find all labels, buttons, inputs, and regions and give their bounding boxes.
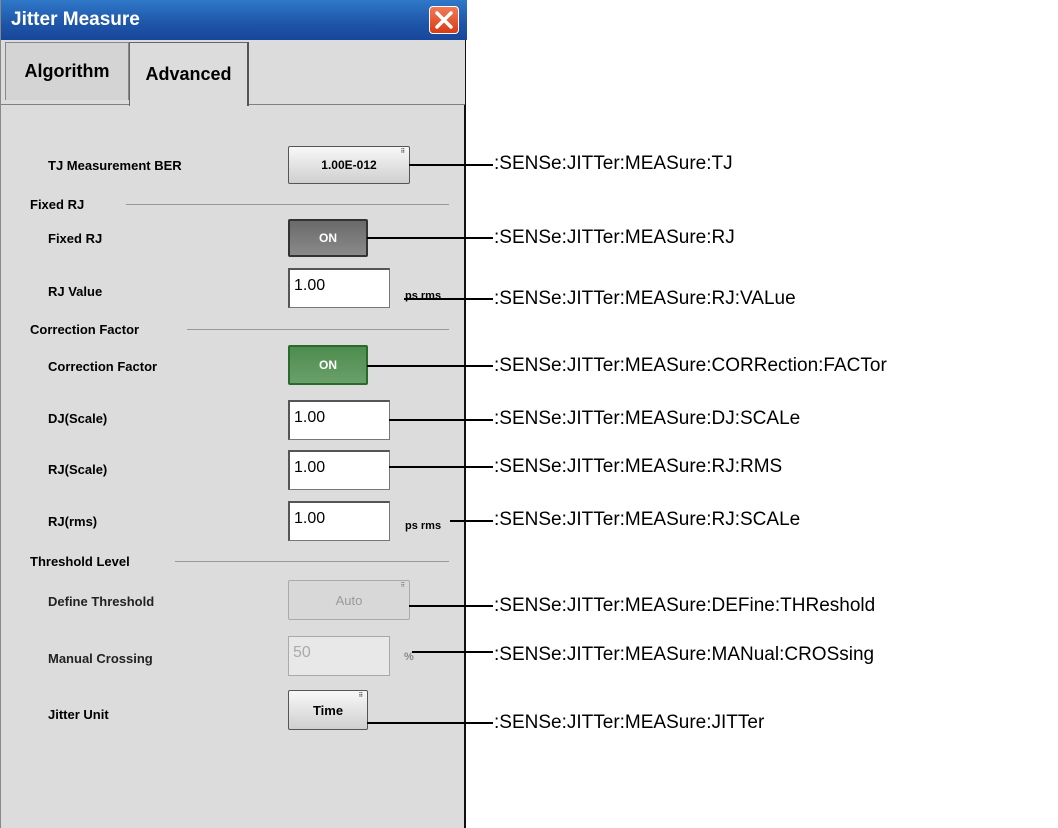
more-icon: ⠿ bbox=[400, 583, 405, 589]
window-title: Jitter Measure bbox=[11, 9, 140, 30]
correction-factor-label: Correction Factor bbox=[48, 359, 158, 374]
connector-line bbox=[367, 365, 493, 367]
manual-crossing-label: Manual Crossing bbox=[48, 651, 153, 666]
connector-line bbox=[404, 298, 493, 300]
cmd-rj-rms: :SENSe:JITTer:MEASure:RJ:RMS bbox=[494, 456, 783, 477]
more-icon: ⠿ bbox=[400, 149, 405, 155]
rj-value-label: RJ Value bbox=[48, 284, 103, 299]
divider bbox=[126, 204, 449, 205]
jitter-unit-label: Jitter Unit bbox=[48, 707, 109, 722]
define-threshold-label: Define Threshold bbox=[48, 594, 155, 609]
jitter-measure-dialog: Jitter Measure Algorithm Advanced TJ Mea… bbox=[0, 0, 467, 828]
tab-strip: Algorithm Advanced bbox=[1, 40, 465, 106]
tj-ber-button[interactable]: 1.00E-012 ⠿ bbox=[288, 146, 410, 184]
cmd-tj: :SENSe:JITTer:MEASure:TJ bbox=[494, 153, 733, 174]
divider bbox=[187, 329, 449, 330]
fixed-rj-toggle[interactable]: ON bbox=[288, 219, 368, 257]
cmd-rj: :SENSe:JITTer:MEASure:RJ bbox=[494, 227, 735, 248]
divider bbox=[175, 561, 449, 562]
rj-rms-label: RJ(rms) bbox=[48, 514, 98, 529]
connector-line bbox=[409, 164, 493, 166]
rj-value-unit: ps rms bbox=[405, 290, 442, 302]
section-correction-factor: Correction Factor bbox=[30, 322, 140, 337]
tab-advanced[interactable]: Advanced bbox=[129, 42, 249, 106]
tj-ber-label: TJ Measurement BER bbox=[48, 158, 182, 173]
connector-line bbox=[367, 722, 493, 724]
jitter-unit-value: Time bbox=[312, 702, 344, 718]
more-icon: ⠿ bbox=[358, 693, 363, 699]
cmd-rj-scale: :SENSe:JITTer:MEASure:RJ:SCALe bbox=[494, 509, 801, 530]
fixed-rj-label: Fixed RJ bbox=[48, 231, 103, 246]
dj-scale-label: DJ(Scale) bbox=[48, 411, 108, 426]
define-threshold-button[interactable]: Auto ⠿ bbox=[288, 580, 410, 620]
connector-line bbox=[450, 520, 493, 522]
cmd-manual-crossing: :SENSe:JITTer:MEASure:MANual:CROSsing bbox=[494, 644, 875, 665]
rj-rms-unit: ps rms bbox=[405, 520, 442, 532]
title-bar: Jitter Measure bbox=[1, 0, 467, 40]
connector-line bbox=[389, 419, 493, 421]
tab-algorithm[interactable]: Algorithm bbox=[5, 42, 129, 100]
define-threshold-value: Auto bbox=[335, 592, 363, 608]
rj-scale-input[interactable]: 1.00 bbox=[288, 450, 390, 490]
rj-rms-input[interactable]: 1.00 bbox=[288, 501, 390, 541]
connector-line bbox=[412, 651, 493, 653]
connector-line bbox=[389, 466, 493, 468]
cmd-jitter: :SENSe:JITTer:MEASure:JITTer bbox=[494, 712, 765, 733]
rj-scale-label: RJ(Scale) bbox=[48, 462, 108, 477]
section-threshold-level: Threshold Level bbox=[30, 554, 130, 569]
manual-crossing-input[interactable]: 50 bbox=[288, 636, 390, 676]
rj-value-input[interactable]: 1.00 bbox=[288, 268, 390, 308]
cmd-dj-scale: :SENSe:JITTer:MEASure:DJ:SCALe bbox=[494, 408, 801, 429]
close-icon bbox=[435, 11, 453, 29]
cmd-define-threshold: :SENSe:JITTer:MEASure:DEFine:THReshold bbox=[494, 595, 876, 616]
dj-scale-input[interactable]: 1.00 bbox=[288, 400, 390, 440]
close-button[interactable] bbox=[429, 6, 459, 34]
connector-line bbox=[367, 237, 493, 239]
tj-ber-value: 1.00E-012 bbox=[321, 158, 377, 172]
connector-line bbox=[409, 605, 493, 607]
cmd-rj-value: :SENSe:JITTer:MEASure:RJ:VALue bbox=[494, 288, 796, 309]
jitter-unit-button[interactable]: Time ⠿ bbox=[288, 690, 368, 730]
section-fixed-rj: Fixed RJ bbox=[30, 197, 85, 212]
cmd-correction-factor: :SENSe:JITTer:MEASure:CORRection:FACTor bbox=[494, 355, 887, 376]
correction-factor-toggle[interactable]: ON bbox=[288, 345, 368, 385]
